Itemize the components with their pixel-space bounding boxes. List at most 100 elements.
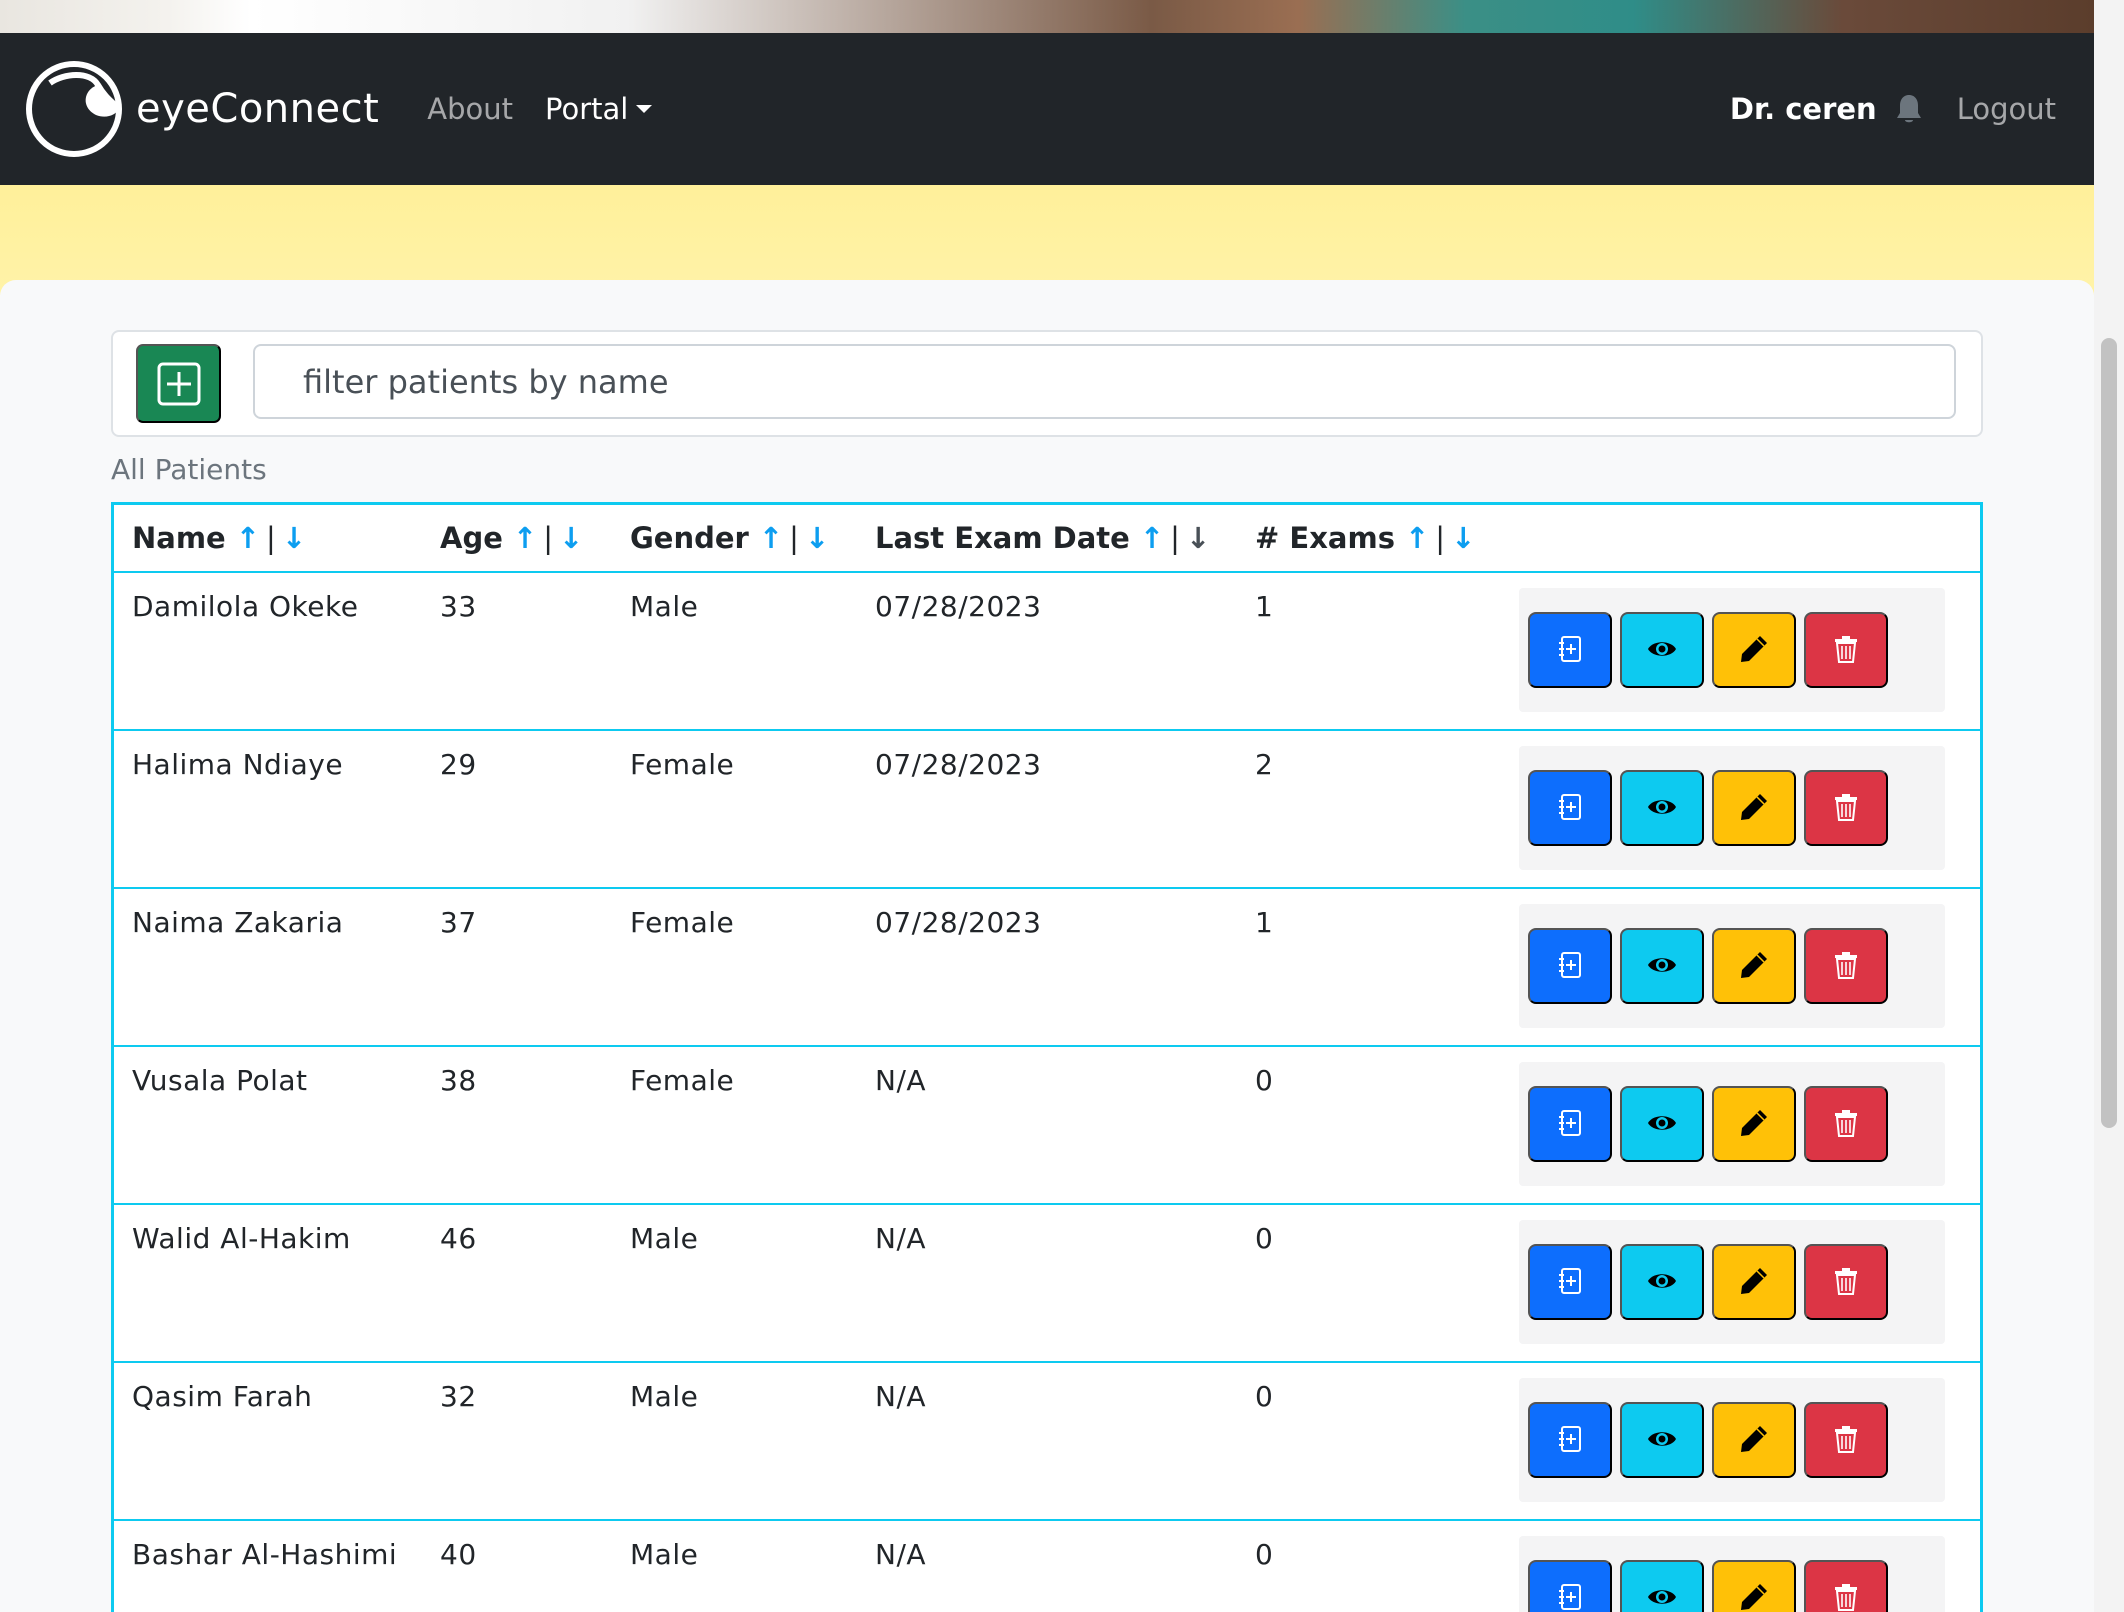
brand-name: eyeConnect [136, 86, 380, 132]
view-patient-button[interactable] [1620, 928, 1704, 1004]
delete-patient-button[interactable] [1804, 1560, 1888, 1612]
add-patient-button[interactable] [136, 344, 221, 423]
delete-patient-button[interactable] [1804, 1244, 1888, 1320]
hero-image-strip [0, 0, 2094, 33]
view-patient-button[interactable] [1620, 1560, 1704, 1612]
edit-patient-button[interactable] [1712, 770, 1796, 846]
eye-icon [1646, 1581, 1678, 1612]
scrollbar-thumb[interactable] [2101, 338, 2117, 1128]
sort-desc-name[interactable]: ↓ [282, 521, 306, 555]
row-actions-cell [1519, 572, 1980, 731]
trash-icon [1830, 1107, 1862, 1142]
sort-asc-gender[interactable]: ↑ [759, 521, 783, 555]
user-name[interactable]: Dr. ceren [1730, 92, 1877, 126]
view-patient-button[interactable] [1620, 612, 1704, 688]
trash-icon [1830, 1265, 1862, 1300]
row-actions-cell [1519, 1520, 1980, 1612]
banner-band [0, 185, 2094, 295]
delete-patient-button[interactable] [1804, 928, 1888, 1004]
sort-desc-exams[interactable]: ↓ [1451, 521, 1475, 555]
view-patient-button[interactable] [1620, 770, 1704, 846]
header-gender: Gender ↑ | ↓ [630, 505, 875, 573]
header-last-exam-date: Last Exam Date ↑ | ↓ [875, 505, 1255, 573]
add-exam-button[interactable] [1528, 1086, 1612, 1162]
edit-patient-button[interactable] [1712, 1402, 1796, 1478]
row-actions-cell [1519, 1362, 1980, 1521]
sort-asc-name[interactable]: ↑ [236, 521, 260, 555]
patient-name-cell: Walid Al-Hakim [114, 1204, 440, 1363]
header-actions [1519, 505, 1980, 573]
edit-patient-button[interactable] [1712, 1244, 1796, 1320]
sort-asc-age[interactable]: ↑ [513, 521, 537, 555]
patient-last-exam-cell: N/A [875, 1046, 1255, 1205]
view-patient-button[interactable] [1620, 1244, 1704, 1320]
sort-separator: | [789, 521, 799, 555]
row-actions [1519, 1378, 1945, 1502]
sort-separator: | [266, 521, 276, 555]
patient-exam-count-cell: 0 [1255, 1362, 1519, 1521]
top-navbar: eyeConnect About Portal Dr. ceren Logout [0, 33, 2094, 185]
logout-link[interactable]: Logout [1957, 92, 2056, 126]
patient-gender-cell: Male [630, 572, 875, 731]
edit-patient-button[interactable] [1712, 612, 1796, 688]
patient-exam-count-cell: 1 [1255, 572, 1519, 731]
delete-patient-button[interactable] [1804, 1402, 1888, 1478]
row-actions [1519, 588, 1945, 712]
header-name: Name ↑ | ↓ [114, 505, 440, 573]
patient-age-cell: 29 [440, 730, 630, 889]
view-patient-button[interactable] [1620, 1402, 1704, 1478]
nav-about-link[interactable]: About [427, 92, 513, 126]
add-exam-button[interactable] [1528, 612, 1612, 688]
edit-patient-button[interactable] [1712, 928, 1796, 1004]
patient-last-exam-cell: N/A [875, 1204, 1255, 1363]
patient-name-cell: Bashar Al-Hashimi [114, 1520, 440, 1612]
table-row: Vusala Polat 38 Female N/A 0 [114, 1046, 1980, 1205]
delete-patient-button[interactable] [1804, 1086, 1888, 1162]
journal-plus-icon [1554, 633, 1586, 668]
patient-name-cell: Naima Zakaria [114, 888, 440, 1047]
patient-age-cell: 33 [440, 572, 630, 731]
patient-last-exam-cell: 07/28/2023 [875, 888, 1255, 1047]
sort-asc-last-exam-date[interactable]: ↑ [1140, 521, 1164, 555]
add-exam-button[interactable] [1528, 770, 1612, 846]
add-exam-button[interactable] [1528, 1402, 1612, 1478]
journal-plus-icon [1554, 1107, 1586, 1142]
brand[interactable]: eyeConnect [24, 59, 379, 159]
plus-square-icon [157, 362, 200, 405]
patients-table: Name ↑ | ↓ Age ↑ | ↓ Gender ↑ | ↓ Last Exam Date ↑… [111, 502, 1983, 1612]
pencil-icon [1738, 791, 1770, 826]
table-row: Damilola Okeke 33 Male 07/28/2023 1 [114, 572, 1980, 731]
row-actions [1519, 904, 1945, 1028]
patient-age-cell: 38 [440, 1046, 630, 1205]
sort-desc-last-exam-date[interactable]: ↓ [1186, 521, 1210, 555]
row-actions-cell [1519, 888, 1980, 1047]
patient-search-input[interactable] [253, 344, 1956, 419]
delete-patient-button[interactable] [1804, 770, 1888, 846]
header-last-exam-date-label: Last Exam Date [875, 521, 1130, 555]
patient-gender-cell: Male [630, 1362, 875, 1521]
patient-exam-count-cell: 2 [1255, 730, 1519, 889]
trash-icon [1830, 791, 1862, 826]
edit-patient-button[interactable] [1712, 1086, 1796, 1162]
edit-patient-button[interactable] [1712, 1560, 1796, 1612]
eye-icon [1646, 1265, 1678, 1300]
patient-gender-cell: Male [630, 1204, 875, 1363]
eye-icon [1646, 633, 1678, 668]
table-row: Halima Ndiaye 29 Female 07/28/2023 2 [114, 730, 1980, 889]
sort-desc-age[interactable]: ↓ [559, 521, 583, 555]
sort-desc-gender[interactable]: ↓ [805, 521, 829, 555]
bell-icon[interactable] [1895, 93, 1923, 125]
delete-patient-button[interactable] [1804, 612, 1888, 688]
patient-name-cell: Vusala Polat [114, 1046, 440, 1205]
sort-asc-exams[interactable]: ↑ [1405, 521, 1429, 555]
view-patient-button[interactable] [1620, 1086, 1704, 1162]
add-exam-button[interactable] [1528, 1244, 1612, 1320]
eye-icon [1646, 791, 1678, 826]
add-exam-button[interactable] [1528, 1560, 1612, 1612]
patient-last-exam-cell: N/A [875, 1520, 1255, 1612]
nav-portal-dropdown[interactable]: Portal [545, 92, 653, 126]
patient-last-exam-cell: 07/28/2023 [875, 572, 1255, 731]
pencil-icon [1738, 1107, 1770, 1142]
brand-logo-icon [26, 61, 122, 157]
add-exam-button[interactable] [1528, 928, 1612, 1004]
